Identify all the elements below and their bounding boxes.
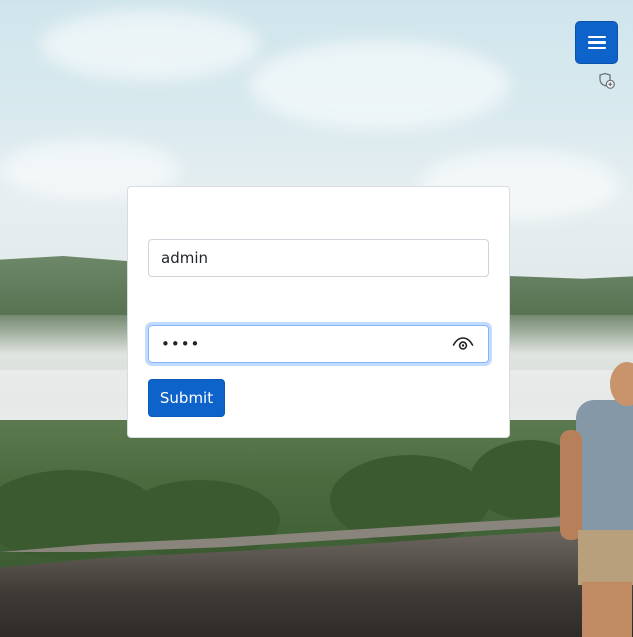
person-figure [560, 360, 633, 637]
person-shorts [578, 530, 633, 585]
cloud [40, 10, 260, 80]
username-input[interactable]: admin [148, 239, 489, 277]
person-legs [582, 582, 632, 637]
person-arm [560, 430, 582, 540]
username-value: admin [161, 249, 208, 267]
shield-icon[interactable] [598, 72, 616, 90]
login-card: admin •••• Submit [127, 186, 510, 438]
hamburger-menu-icon [587, 35, 606, 50]
person-shirt [576, 400, 633, 535]
password-value: •••• [161, 335, 201, 353]
menu-button[interactable] [575, 21, 618, 64]
submit-button[interactable]: Submit [148, 379, 225, 417]
eye-icon[interactable] [452, 335, 474, 353]
cloud [250, 40, 510, 130]
password-input[interactable]: •••• [148, 325, 489, 363]
